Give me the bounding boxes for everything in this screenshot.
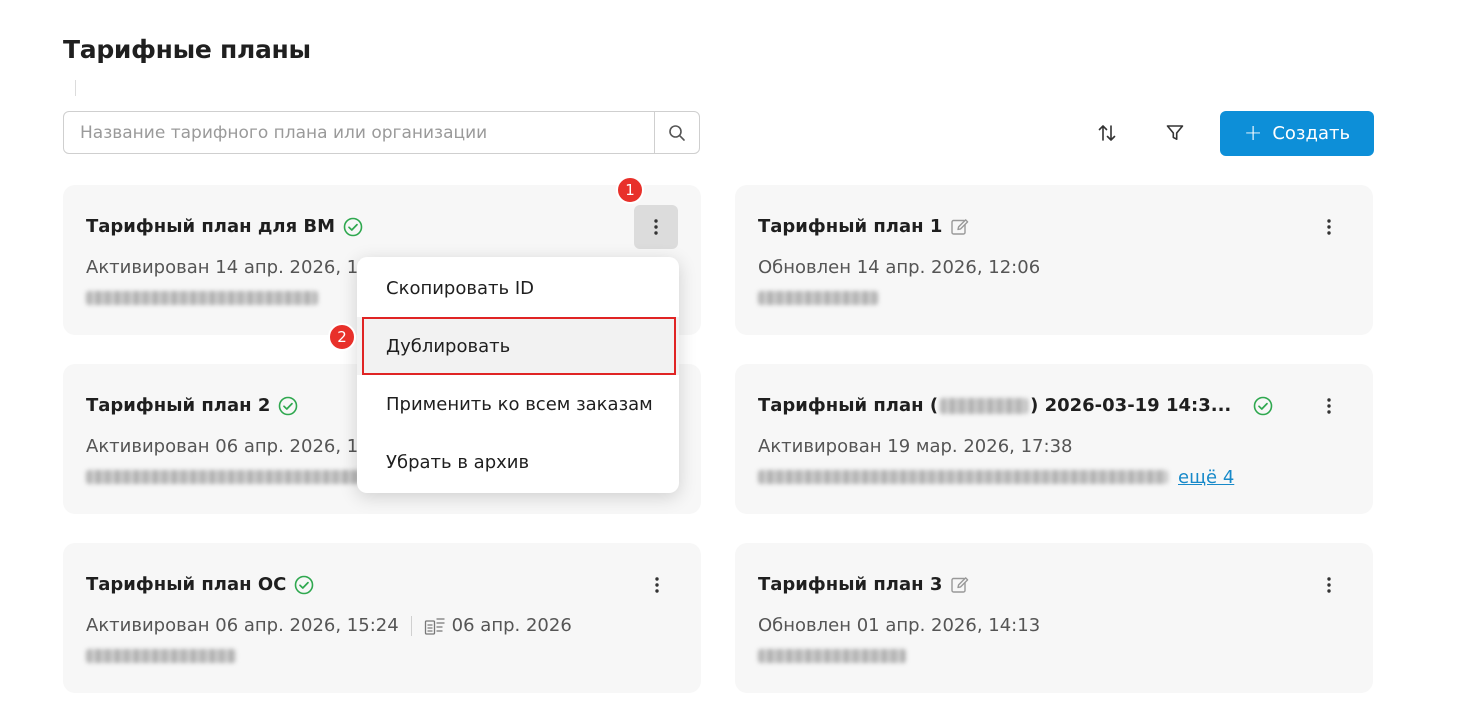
plan-card-orgs [86,468,364,486]
plan-card-status-line: Активирован 19 мар. 2026, 17:38 [758,436,1073,457]
context-menu: Скопировать ID Дублировать Применить ко … [357,257,679,493]
plan-card-orgs [86,289,318,307]
plan-card-status-line: Активирован 06 апр. 2026, 1 [86,436,359,457]
check-circle-icon [295,575,314,594]
kebab-icon [654,219,658,235]
plan-card-title-suffix: ) 2026-03-19 14:3... [1030,395,1232,416]
plan-card-title-row: Тарифный план ( ) 2026-03-19 14:3... [758,395,1273,416]
menu-item-duplicate[interactable]: Дублировать [357,317,679,375]
menu-item-label: Скопировать ID [386,277,534,299]
menu-item-apply-all-orders[interactable]: Применить ко всем заказам [357,375,679,433]
plan-card[interactable]: Тарифный план 1 Обновлен 14 апр. 2026, 1… [735,185,1373,335]
page-title: Тарифные планы [63,35,311,64]
step-badge-2: 2 [328,323,356,351]
search-icon [669,124,685,141]
menu-item-label: Убрать в архив [386,451,530,473]
redacted-orgs [86,291,318,305]
check-circle-icon [343,217,363,236]
redacted-orgs [86,649,236,663]
kebab-icon [1327,577,1331,593]
create-button-label: Создать [1272,123,1351,144]
plan-card-title-row: Тарифный план 2 [86,395,298,416]
plan-card[interactable]: Тарифный план ОС Активирован 06 апр. 202… [63,543,701,693]
plan-card-orgs: ещё 4 [758,467,1234,488]
plan-card-status-line: Активирован 06 апр. 2026, 15:24 06 апр. … [86,615,572,636]
edit-icon [951,576,969,593]
more-button[interactable] [1307,384,1351,428]
plan-card-title-row: Тарифный план 1 [758,216,970,237]
sort-icon [1098,125,1116,141]
filter-button[interactable] [1158,116,1192,150]
date-range-icon [424,616,446,636]
more-orgs-link[interactable]: ещё 4 [1178,467,1234,488]
plan-card-title: Тарифный план 1 [758,216,943,237]
redacted-orgs [758,291,878,305]
redacted-orgs [86,470,364,484]
plan-card-orgs [758,647,906,665]
plan-card-title: Тарифный план 2 [86,395,271,416]
menu-item-label: Применить ко всем заказам [386,393,653,415]
menu-item-label: Дублировать [386,335,511,357]
more-button[interactable] [1307,205,1351,249]
menu-item-archive[interactable]: Убрать в архив [357,433,679,491]
menu-item-copy-id[interactable]: Скопировать ID [357,259,679,317]
plan-card[interactable]: Тарифный план 3 Обновлен 01 апр. 2026, 1… [735,543,1373,693]
secondary-date: 06 апр. 2026 [451,615,572,636]
search-button[interactable] [654,112,699,153]
kebab-icon [1327,219,1331,235]
filter-icon [1166,125,1184,140]
plan-card-title-row: Тарифный план ОС [86,574,314,595]
plan-card-orgs [758,289,878,307]
search-box [63,111,700,154]
more-button[interactable] [635,563,679,607]
check-circle-icon [279,396,298,415]
plan-card[interactable]: Тарифный план ( ) 2026-03-19 14:3... Акт… [735,364,1373,514]
plus-icon: + [1243,120,1263,146]
plan-card-title-row: Тарифный план 3 [758,574,970,595]
divider [75,80,76,96]
redacted-name [940,397,1029,414]
plan-card-status-line: Обновлен 01 апр. 2026, 14:13 [758,615,1041,636]
plan-card-title: Тарифный план для ВМ [86,216,336,237]
sort-button[interactable] [1090,116,1124,150]
plan-card-status-line: Активирован 14 апр. 2026, 17 [86,257,370,278]
plan-card-title-row: Тарифный план для ВМ [86,216,363,237]
kebab-icon [1327,398,1331,414]
plan-card-title: Тарифный план ( [758,395,939,416]
redacted-orgs [758,470,1168,484]
divider [410,615,412,636]
activation-date: Активирован 06 апр. 2026, 15:24 [86,615,399,636]
step-badge-1: 1 [616,176,644,204]
more-button[interactable] [634,205,678,249]
plan-card-title: Тарифный план 3 [758,574,943,595]
plan-card-orgs [86,647,236,665]
redacted-orgs [758,649,906,663]
kebab-icon [655,577,659,593]
plan-card-status-line: Обновлен 14 апр. 2026, 12:06 [758,257,1041,278]
edit-icon [951,218,969,235]
search-input[interactable] [64,112,654,153]
more-button[interactable] [1307,563,1351,607]
check-circle-icon [1253,396,1273,415]
plan-card-title: Тарифный план ОС [86,574,287,595]
create-button[interactable]: + Создать [1220,111,1374,156]
